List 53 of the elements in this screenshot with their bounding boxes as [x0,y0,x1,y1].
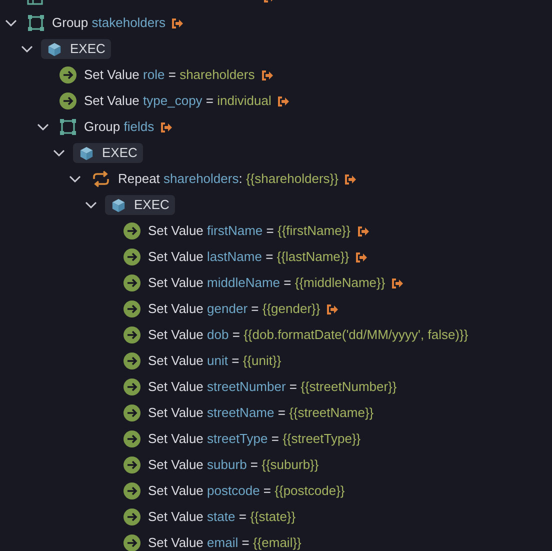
node-label[interactable]: Set Value gender = {{gender}} [148,299,320,319]
cube-icon [111,198,126,212]
arrow-circle-icon [123,456,141,474]
exec-label: EXEC [134,196,170,214]
exit-arrow-icon[interactable] [355,252,368,262]
arrow-circle-icon [123,326,141,344]
node-label[interactable]: Set Value dob = {{dob.formatDate('dd/MM/yyyy', false)}} [148,325,468,345]
node-label[interactable]: Set Value email = {{email}} [148,533,302,551]
node-label[interactable]: Set Value unit = {{unit}} [148,351,282,371]
exec-block[interactable]: EXEC [105,195,176,215]
arrow-circle-icon [123,274,141,292]
arrow-circle-icon [123,300,141,318]
exit-arrow-icon[interactable] [160,122,174,132]
exit-arrow-icon[interactable] [356,226,370,236]
arrow-circle-icon [123,508,141,526]
arrow-circle-icon [123,222,141,240]
arrow-circle-icon [123,248,141,266]
exec-block[interactable]: EXEC [41,39,112,59]
node-label[interactable]: Set Value streetNumber = {{streetNumber}} [148,377,397,397]
exit-arrow-icon[interactable] [171,18,184,28]
node-label[interactable]: Group fields [84,117,154,137]
node-label[interactable]: Set Value role = shareholders [84,65,255,85]
exec-block[interactable]: EXEC [73,143,144,163]
exit-arrow-icon[interactable] [391,278,404,288]
exit-arrow-icon[interactable] [344,174,358,184]
exit-arrow-icon[interactable] [326,304,340,314]
node-label[interactable]: Group stakeholders [52,13,166,33]
exit-arrow-icon[interactable] [277,96,290,106]
arrow-circle-icon [123,404,141,422]
frame-icon [59,118,77,136]
node-label[interactable]: Set Value state = {{state}} [148,507,296,527]
node-label[interactable]: Set Value streetType = {{streetType}} [148,429,361,449]
node-label[interactable]: Set Value streetName = {{streetName}} [148,403,374,423]
arrow-circle-icon [123,378,141,396]
frame-icon [27,14,45,32]
node-label[interactable]: Set Value type_copy = individual [84,91,272,111]
exit-arrow-icon[interactable] [260,70,274,80]
node-label[interactable]: Repeat shareholders: {{shareholders}} [118,169,338,189]
arrow-circle-icon [123,430,141,448]
node-label[interactable]: Set Value postcode = {{postcode}} [148,481,345,501]
arrow-circle-icon [59,66,77,84]
exec-label: EXEC [70,40,106,58]
exec-label: EXEC [102,144,138,162]
arrow-circle-icon [123,482,141,500]
cube-icon [47,42,62,56]
node-label[interactable]: Set Value middleName = {{middleName}} [148,273,386,293]
node-label[interactable]: Set Value lastName = {{lastName}} [148,247,350,267]
arrow-circle-icon [123,352,141,370]
node-label[interactable]: Set Value firstName = {{firstName}} [148,221,350,241]
arrow-circle-icon [59,92,77,110]
node-label[interactable]: Set Value suburb = {{suburb}} [148,455,319,475]
cube-icon [79,146,94,160]
repeat-icon [91,170,111,188]
